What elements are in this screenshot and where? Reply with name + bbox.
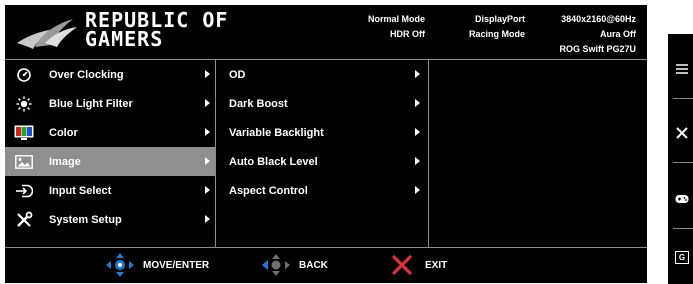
rog-logo-icon bbox=[17, 19, 77, 49]
status-column-3: 3840x2160@60Hz Aura Off ROG Swift PG27U bbox=[540, 12, 636, 57]
value-panel bbox=[429, 59, 647, 247]
status-mode: Normal Mode bbox=[367, 14, 425, 24]
close-icon[interactable] bbox=[675, 126, 689, 140]
submenu-item-label: Auto Black Level bbox=[229, 155, 318, 168]
tools-icon bbox=[13, 211, 35, 229]
status-gamevisual: Racing Mode bbox=[468, 29, 525, 39]
divider bbox=[673, 98, 693, 99]
status-resolution: 3840x2160@60Hz bbox=[561, 14, 636, 24]
menu-item-label: Blue Light Filter bbox=[49, 97, 133, 110]
menu-item-input-select[interactable]: Input Select bbox=[5, 176, 215, 205]
color-icon bbox=[13, 124, 35, 142]
submenu-item-label: OD bbox=[229, 68, 246, 81]
chevron-right-icon bbox=[415, 128, 420, 136]
chevron-right-icon bbox=[415, 99, 420, 107]
menu-item-label: Over Clocking bbox=[49, 68, 124, 81]
close-icon bbox=[392, 255, 412, 275]
input-icon bbox=[13, 182, 35, 200]
chevron-right-icon bbox=[415, 70, 420, 78]
status-column-2: DisplayPort Racing Mode bbox=[445, 12, 525, 42]
gamepad-icon[interactable] bbox=[675, 192, 689, 206]
submenu-item-aspect-control[interactable]: Aspect Control bbox=[216, 176, 428, 205]
osd-header: REPUBLIC OF GAMERS Normal Mode HDR Off D… bbox=[5, 5, 647, 59]
submenu-item-label: Aspect Control bbox=[229, 184, 308, 197]
chevron-right-icon bbox=[205, 99, 210, 107]
hotkey-guide: G bbox=[668, 34, 693, 284]
exit-hint[interactable]: EXIT bbox=[391, 248, 447, 282]
chevron-right-icon bbox=[415, 186, 420, 194]
submenu-item-auto-black-level[interactable]: Auto Black Level bbox=[216, 147, 428, 176]
osd-footer: MOVE/ENTER BACK EXIT bbox=[5, 247, 647, 283]
back-label: BACK bbox=[299, 259, 328, 271]
image-icon bbox=[13, 153, 35, 171]
menu-item-label: System Setup bbox=[49, 213, 122, 226]
menu-item-color[interactable]: Color bbox=[5, 118, 215, 147]
move-enter-hint[interactable]: MOVE/ENTER bbox=[105, 248, 209, 282]
menu-item-blue-light-filter[interactable]: Blue Light Filter bbox=[5, 89, 215, 118]
g-key-label: G bbox=[675, 250, 689, 264]
submenu-item-label: Variable Backlight bbox=[229, 126, 324, 139]
submenu-item-dark-boost[interactable]: Dark Boost bbox=[216, 89, 428, 118]
submenu-item-label: Dark Boost bbox=[229, 97, 288, 110]
gameplus-key[interactable]: G bbox=[675, 250, 689, 264]
menu-icon[interactable] bbox=[675, 62, 689, 76]
speedometer-icon bbox=[13, 66, 35, 84]
submenu-item-od[interactable]: OD bbox=[216, 60, 428, 89]
menu-item-system-setup[interactable]: System Setup bbox=[5, 205, 215, 234]
sub-menu: OD Dark Boost Variable Backlight Auto Bl… bbox=[216, 59, 429, 247]
chevron-right-icon bbox=[205, 70, 210, 78]
status-aura: Aura Off bbox=[600, 29, 636, 39]
menu-item-image[interactable]: Image bbox=[5, 147, 215, 176]
joystick-left-icon bbox=[262, 254, 290, 276]
chevron-right-icon bbox=[205, 157, 210, 165]
move-enter-label: MOVE/ENTER bbox=[143, 259, 210, 271]
divider bbox=[673, 228, 693, 229]
menu-item-over-clocking[interactable]: Over Clocking bbox=[5, 60, 215, 89]
chevron-right-icon bbox=[205, 186, 210, 194]
status-hdr: HDR Off bbox=[390, 29, 425, 39]
menu-item-label: Input Select bbox=[49, 184, 112, 197]
menu-item-label: Image bbox=[49, 155, 81, 168]
brand-name: REPUBLIC OF GAMERS bbox=[85, 10, 228, 51]
main-menu: Over Clocking Blue Light Filter Color Im… bbox=[5, 59, 216, 247]
menu-item-label: Color bbox=[49, 126, 78, 139]
chevron-right-icon bbox=[415, 157, 420, 165]
exit-label: EXIT bbox=[425, 259, 448, 271]
back-hint[interactable]: BACK bbox=[261, 248, 328, 282]
status-model: ROG Swift PG27U bbox=[559, 44, 636, 54]
osd-window: REPUBLIC OF GAMERS Normal Mode HDR Off D… bbox=[5, 5, 647, 283]
submenu-item-variable-backlight[interactable]: Variable Backlight bbox=[216, 118, 428, 147]
chevron-right-icon bbox=[205, 128, 210, 136]
status-input: DisplayPort bbox=[474, 14, 525, 24]
status-column-1: Normal Mode HDR Off bbox=[350, 12, 425, 42]
joystick-icon bbox=[106, 253, 134, 277]
brand-line-2: GAMERS bbox=[85, 27, 164, 51]
chevron-right-icon bbox=[205, 215, 210, 223]
bulb-icon bbox=[13, 95, 35, 113]
divider bbox=[673, 162, 693, 163]
